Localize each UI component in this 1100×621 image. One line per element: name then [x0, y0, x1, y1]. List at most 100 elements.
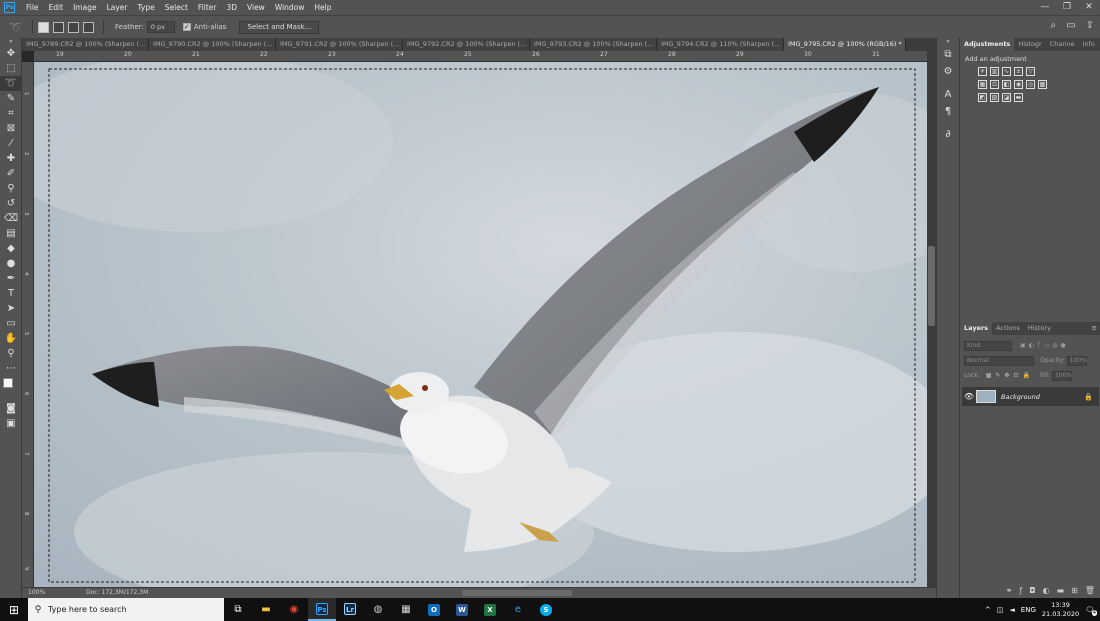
select-and-mask-button[interactable]: Select and Mask... [239, 20, 320, 34]
taskbar-search[interactable]: ⚲ Type here to search [28, 598, 224, 621]
gradient-tool-icon[interactable]: ▤ [0, 226, 22, 241]
clone-stamp-tool-icon[interactable]: ⚲ [0, 181, 22, 196]
glyphs-panel-icon[interactable]: ∂ [937, 126, 959, 143]
filter-icons[interactable]: ▣◐T▭◍● [1020, 342, 1069, 349]
frame-tool-icon[interactable]: ⊠ [0, 121, 22, 136]
outlook-icon[interactable]: O [420, 598, 448, 621]
black-white-icon[interactable]: ◧ [1002, 80, 1011, 89]
tab-layers[interactable]: Layers [960, 322, 993, 335]
subtract-selection-mode-button[interactable] [68, 21, 79, 33]
clock[interactable]: 13:39 21.03.2020 [1042, 601, 1079, 619]
kind-filter-select[interactable]: Kind [964, 340, 1012, 351]
blur-tool-icon[interactable]: ◆ [0, 241, 22, 256]
tab-adjustments[interactable]: Adjustments [960, 38, 1015, 51]
document-tab[interactable]: IMG_9791.CR2 @ 100% (Sharpen (...× [276, 38, 403, 51]
skype-icon[interactable]: S [532, 598, 560, 621]
tab-channels[interactable]: Channe [1046, 38, 1079, 51]
link-layers-icon[interactable]: ⚭ [1006, 583, 1013, 598]
add-to-selection-mode-button[interactable] [53, 21, 64, 33]
invert-icon[interactable]: ◩ [978, 93, 987, 102]
eraser-tool-icon[interactable]: ⌫ [0, 211, 22, 226]
menu-file[interactable]: File [21, 3, 44, 12]
tray-chevron-icon[interactable]: ^ [985, 606, 991, 614]
feather-input[interactable]: 0 px [146, 21, 175, 33]
tab-history[interactable]: History [1024, 322, 1055, 335]
dodge-tool-icon[interactable]: ● [0, 256, 22, 271]
document-tab[interactable]: IMG_9792.CR2 @ 100% (Sharpen (...× [403, 38, 530, 51]
color-balance-icon[interactable]: ⚖ [990, 80, 999, 89]
marquee-tool-icon[interactable]: ⬚ [0, 61, 22, 76]
visibility-eye-icon[interactable]: 👁 [962, 392, 976, 401]
type-tool-icon[interactable]: T [0, 286, 22, 301]
gradient-map-icon[interactable]: ▬ [1014, 93, 1023, 102]
horizontal-scroll-thumb[interactable] [462, 590, 572, 596]
layer-row[interactable]: 👁 Background 🔒 [962, 387, 1099, 406]
healing-brush-tool-icon[interactable]: ✚ [0, 151, 22, 166]
excel-icon[interactable]: X [476, 598, 504, 621]
opacity-input[interactable]: 100% [1066, 355, 1087, 366]
document-tab[interactable]: IMG_9794.CR2 @ 110% (Sharpen (...× [657, 38, 784, 51]
hand-tool-icon[interactable]: ✋ [0, 331, 22, 346]
share-icon[interactable]: ⇪ [1086, 20, 1094, 31]
new-group-icon[interactable]: ▬ [1057, 583, 1065, 598]
vertical-ruler[interactable]: 1 2 3 4 5 6 7 8 9 [22, 62, 34, 587]
tab-info[interactable]: Info [1079, 38, 1099, 51]
zoom-level[interactable]: 100% [28, 588, 45, 598]
collapse-icon[interactable]: » [0, 38, 22, 46]
document-canvas[interactable] [34, 62, 927, 587]
lock-icon[interactable]: 🔒 [1084, 393, 1093, 401]
levels-icon[interactable]: ▥ [990, 67, 999, 76]
vibrance-icon[interactable]: ▽ [1026, 67, 1035, 76]
menu-type[interactable]: Type [133, 3, 160, 12]
menu-3d[interactable]: 3D [221, 3, 242, 12]
tab-actions[interactable]: Actions [992, 322, 1024, 335]
color-lookup-icon[interactable]: ▩ [1038, 80, 1047, 89]
word-icon[interactable]: W [448, 598, 476, 621]
delete-layer-icon[interactable]: 🗑 [1085, 583, 1095, 598]
camera-app-icon[interactable]: ◍ [364, 598, 392, 621]
screen-mode-icon[interactable]: ▣ [0, 416, 22, 431]
antialias-checkbox[interactable]: ✓ [182, 23, 191, 31]
properties-panel-icon[interactable]: ⚙ [937, 63, 959, 80]
move-tool-icon[interactable]: ✥ [0, 46, 22, 61]
rectangle-tool-icon[interactable]: ▭ [0, 316, 22, 331]
document-tab-active[interactable]: IMG_9795.CR2 @ 100% (RGB/16) *× [784, 38, 906, 51]
menu-help[interactable]: Help [309, 3, 336, 12]
threshold-icon[interactable]: ◪ [1002, 93, 1011, 102]
edge-icon[interactable]: e [504, 598, 532, 621]
menu-layer[interactable]: Layer [102, 3, 133, 12]
paragraph-panel-icon[interactable]: ¶ [937, 103, 959, 120]
hue-saturation-icon[interactable]: ▦ [978, 80, 987, 89]
tab-histogram[interactable]: Histogr [1014, 38, 1045, 51]
foreground-color-swatch[interactable] [3, 378, 13, 388]
menu-view[interactable]: View [242, 3, 270, 12]
eyedropper-tool-icon[interactable]: ⁄ [0, 136, 22, 151]
history-brush-tool-icon[interactable]: ↺ [0, 196, 22, 211]
menu-filter[interactable]: Filter [193, 3, 222, 12]
exposure-icon[interactable]: ± [1014, 67, 1023, 76]
new-selection-mode-button[interactable] [38, 21, 49, 33]
file-explorer-icon[interactable]: ▬ [252, 598, 280, 621]
lock-icons[interactable]: ▦✎✥⊡🔒 [986, 372, 1034, 379]
pen-tool-icon[interactable]: ✒ [0, 271, 22, 286]
zoom-tool-icon[interactable]: ⚲ [0, 346, 22, 361]
brush-tool-icon[interactable]: ✐ [0, 166, 22, 181]
language-indicator[interactable]: ENG [1021, 606, 1036, 614]
lasso-tool-icon[interactable]: ➰ [0, 76, 22, 91]
adjustment-layer-icon[interactable]: ◐ [1043, 583, 1050, 598]
collapse-icon[interactable]: « [937, 38, 959, 46]
path-selection-tool-icon[interactable]: ➤ [0, 301, 22, 316]
panel-menu-icon[interactable]: ≡ [1088, 322, 1100, 335]
menu-select[interactable]: Select [160, 3, 193, 12]
volume-icon[interactable]: ◄ [1009, 606, 1014, 614]
search-icon[interactable]: ⌕ [1051, 20, 1057, 31]
add-mask-icon[interactable]: ◘ [1029, 583, 1035, 598]
calculator-icon[interactable]: ▦ [392, 598, 420, 621]
minimize-button[interactable]: — [1034, 0, 1056, 15]
layer-style-icon[interactable]: ƒ [1019, 583, 1022, 598]
channel-mixer-icon[interactable]: ◎ [1026, 80, 1035, 89]
workspace-icon[interactable]: ▭ [1066, 20, 1075, 31]
task-view-icon[interactable]: ⧉ [224, 598, 252, 621]
chrome-icon[interactable]: ◉ [280, 598, 308, 621]
menu-edit[interactable]: Edit [44, 3, 69, 12]
